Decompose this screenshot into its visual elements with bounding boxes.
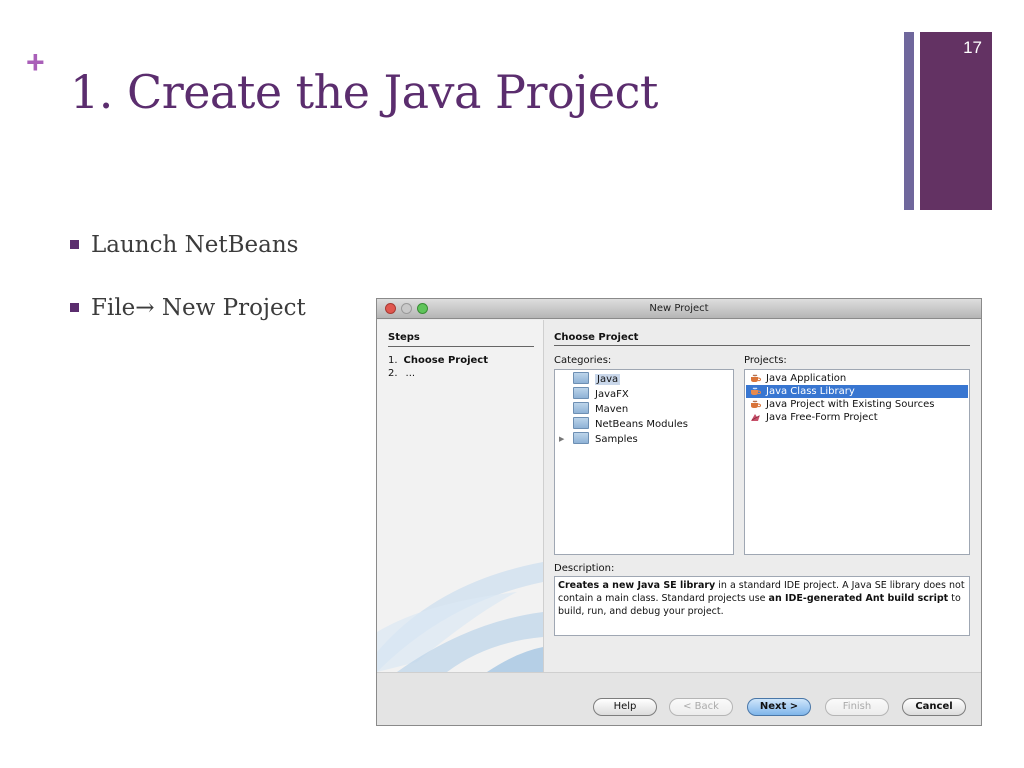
folder-icon [573, 387, 589, 399]
categories-label: Categories: [554, 355, 612, 366]
project-label: Java Free-Form Project [766, 412, 878, 423]
java-cup-icon [751, 400, 761, 408]
description-label: Description: [554, 563, 615, 574]
steps-heading: Steps [388, 332, 420, 343]
project-item-java-project-existing-sources[interactable]: Java Project with Existing Sources [746, 398, 968, 411]
project-label: Java Project with Existing Sources [766, 399, 935, 410]
category-label: NetBeans Modules [595, 419, 688, 430]
folder-icon [573, 417, 589, 429]
expand-triangle-icon[interactable]: ▶ [559, 432, 564, 447]
next-button[interactable]: Next > [747, 698, 811, 716]
dialog-title: New Project [649, 303, 709, 314]
accent-bar-thin [904, 32, 914, 210]
decorative-swoosh [377, 562, 543, 672]
project-item-java-class-library[interactable]: Java Class Library [746, 385, 968, 398]
bullet-file-new-project: File→ New Project [70, 293, 306, 323]
bullet-square [70, 239, 79, 249]
folder-icon [573, 432, 589, 444]
finish-button[interactable]: Finish [825, 698, 889, 716]
project-item-java-application[interactable]: Java Application [746, 372, 968, 385]
help-button[interactable]: Help [593, 698, 657, 716]
category-item-netbeans-modules[interactable]: NetBeans Modules [573, 417, 688, 432]
category-item-java[interactable]: Java [573, 372, 621, 387]
project-label: Java Class Library [766, 386, 855, 397]
choose-project-heading: Choose Project [554, 332, 639, 343]
java-cup-icon [751, 387, 761, 395]
projects-list[interactable]: Java Application Java Class Library Java… [744, 369, 970, 555]
slide-title: 1. Create the Java Project [70, 65, 658, 119]
project-label: Java Application [766, 373, 847, 384]
category-label: Samples [595, 434, 638, 445]
description-box: Creates a new Java SE library in a stand… [554, 576, 970, 636]
category-item-maven[interactable]: Maven [573, 402, 628, 417]
accent-bar [920, 32, 992, 210]
step-2: 2.... [388, 368, 416, 379]
java-freeform-icon [751, 414, 760, 421]
new-project-dialog: New Project Steps 1. Choose Project 2....… [376, 298, 982, 726]
dialog-titlebar: New Project [377, 299, 981, 319]
bullet-launch-netbeans: Launch NetBeans [70, 230, 298, 260]
projects-label: Projects: [744, 355, 787, 366]
category-item-javafx[interactable]: JavaFX [573, 387, 629, 402]
category-item-samples[interactable]: ▶ Samples [559, 432, 638, 447]
step-1: 1. Choose Project [388, 355, 489, 366]
category-label: Java [595, 374, 621, 385]
slide-number: 17 [963, 38, 982, 57]
steps-divider [388, 346, 534, 347]
bullet-square [70, 302, 79, 312]
choose-project-divider [554, 345, 970, 346]
back-button[interactable]: < Back [669, 698, 733, 716]
project-item-java-free-form-project[interactable]: Java Free-Form Project [746, 411, 968, 424]
bullet-text: File→ New Project [91, 295, 306, 321]
category-label: Maven [595, 404, 629, 415]
folder-icon [573, 372, 589, 384]
java-cup-icon [751, 374, 761, 382]
categories-list[interactable]: Java JavaFX Maven NetBeans Modules ▶ Samp… [554, 369, 734, 555]
folder-icon [573, 402, 589, 414]
steps-panel: Steps 1. Choose Project 2.... [377, 320, 544, 672]
plus-marker: + [26, 44, 45, 80]
button-row: Help < Back Next > Finish Cancel [377, 672, 981, 725]
category-label: JavaFX [595, 389, 629, 400]
bullet-text: Launch NetBeans [91, 232, 299, 258]
cancel-button[interactable]: Cancel [902, 698, 966, 716]
